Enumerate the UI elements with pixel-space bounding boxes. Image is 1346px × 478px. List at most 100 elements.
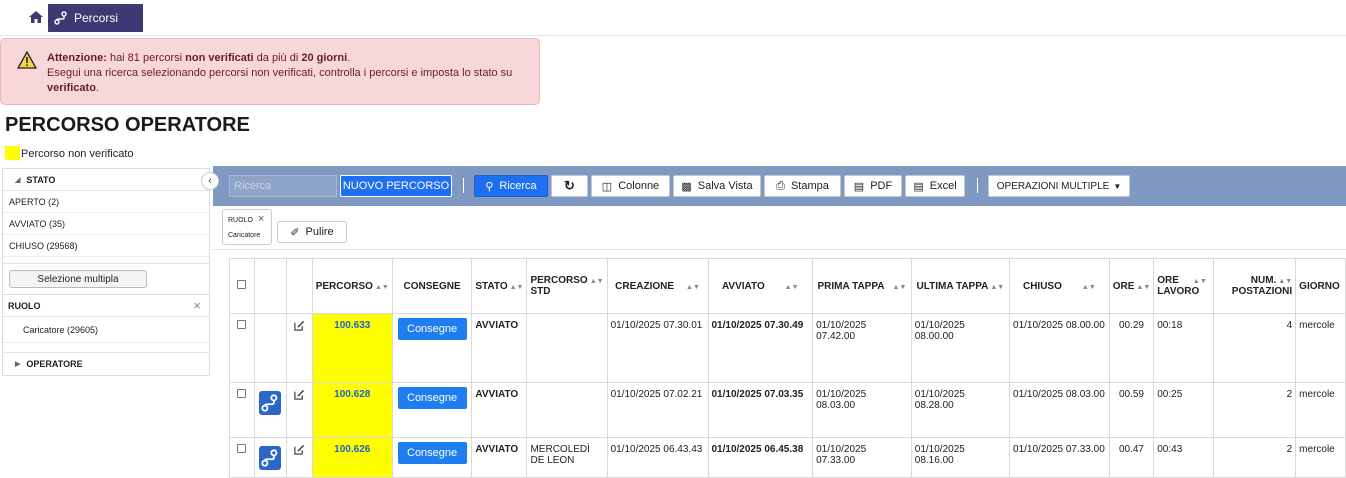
creazione-cell: 01/10/2025 06.43.43 [606,437,709,478]
empty-cell [253,313,287,383]
operazioni-multiple-dropdown[interactable]: OPERAZIONI MULTIPLE ▼ [988,175,1130,197]
filter-ruolo-header: RUOLO × [3,295,209,317]
checkbox[interactable] [237,389,247,398]
sort-icon: ▲▼ [1136,283,1151,291]
num-postazioni-cell: 2 [1212,382,1297,438]
ultima-tappa-cell: 01/10/2025 08.28.00 [910,382,1011,438]
salva-vista-button[interactable]: ▩ Salva Vista [673,175,761,197]
filter-operatore-header[interactable]: ▶ OPERATORE [3,353,209,375]
percorso-std-cell: MERCOLEDÌ DE LEON [526,437,608,478]
toolbar-divider [977,178,978,193]
num-postazioni-cell: 2 [1212,437,1297,478]
refresh-button[interactable]: ↻ [551,175,588,197]
header-ore-lavoro[interactable]: ORE ▲▼ LAVORO [1153,258,1214,314]
ore-lavoro-cell: 00:25 [1153,382,1214,438]
tab-percorsi[interactable]: Percorsi [48,4,143,32]
pdf-file-icon: ▤ [853,180,865,193]
sort-icon: ▲▼ [892,283,907,291]
table-row[interactable]: 100.626 Consegne AVVIATO MERCOLEDÌ DE LEO… [229,437,1346,478]
header-percorso-std[interactable]: PERCORSO ▲▼ STD [526,258,608,314]
consegne-button[interactable]: Consegne [397,387,467,409]
stampa-button[interactable]: ⎙ Stampa [764,175,841,197]
header-consegne: CONSEGNE [391,258,473,314]
route-map-button[interactable] [259,446,282,470]
consegne-button[interactable]: Consegne [397,442,467,464]
table-row[interactable]: 100.628 Consegne AVVIATO 01/10/2025 07.0… [229,382,1346,438]
legend: Percorso non verificato [5,144,134,160]
route-icon [261,449,278,467]
stato-cell: AVVIATO [471,382,528,438]
header-stato[interactable]: STATO ▲▼ [471,258,528,314]
collapse-sidebar-button[interactable]: ‹ [201,172,219,190]
pulire-button[interactable]: ✐ Pulire [277,221,347,243]
header-chiuso[interactable]: CHIUSO ▲▼ [1009,258,1110,314]
filter-item-chiuso[interactable]: CHIUSO (29568) [3,235,209,257]
header-avviato[interactable]: AVVIATO ▲▼ [707,258,814,314]
chip-key: RUOLO [228,217,253,224]
route-icon [261,394,278,412]
edit-icon[interactable] [294,444,305,455]
avviato-cell: 01/10/2025 06.45.38 [707,437,814,478]
top-bar: Percorsi [0,0,1346,36]
ricerca-button[interactable]: ⚲ Ricerca [474,175,548,197]
colonne-button[interactable]: ◫ Colonne [591,175,670,197]
checkbox[interactable] [237,320,247,329]
filter-item-avviato[interactable]: AVVIATO (35) [3,213,209,235]
prima-tappa-cell: 01/10/2025 07.33.00 [812,437,912,478]
checkbox[interactable] [237,444,247,453]
sort-icon: ▲▼ [1192,278,1207,285]
close-icon[interactable]: × [258,213,264,225]
search-input[interactable]: Ricerca [229,175,337,197]
consegne-button[interactable]: Consegne [397,318,467,340]
page-title: PERCORSO OPERATORE [5,114,250,136]
ultima-tappa-cell: 01/10/2025 08.16.00 [910,437,1011,478]
header-creazione[interactable]: CREAZIONE ▲▼ [606,258,709,314]
home-icon[interactable] [28,9,44,25]
header-select-all[interactable] [229,258,255,314]
creazione-cell: 01/10/2025 07.02.21 [606,382,709,438]
ore-cell: 00.29 [1108,313,1155,383]
sort-icon: ▲▼ [1278,278,1293,285]
pdf-button[interactable]: ▤ PDF [844,175,902,197]
percorso-id[interactable]: 100.633 [311,313,393,383]
close-icon[interactable]: × [193,298,201,313]
percorso-id[interactable]: 100.628 [311,382,393,438]
filter-stato-header[interactable]: ◢ STATO [3,169,209,191]
checkbox[interactable] [237,280,247,289]
filter-sidebar: ◢ STATO APERTO (2) AVVIATO (35) CHIUSO (2… [2,168,210,376]
ore-lavoro-cell: 00:18 [1153,313,1214,383]
sort-icon: ▲▼ [686,283,700,291]
header-num-postazioni[interactable]: NUM. ▲▼ POSTAZIONI [1212,258,1297,314]
prima-tappa-cell: 01/10/2025 07.42.00 [812,313,912,383]
selezione-multipla-button[interactable]: Selezione multipla [9,270,147,288]
header-prima-tappa[interactable]: PRIMA TAPPA ▲▼ [812,258,912,314]
sort-icon: ▲▼ [589,278,604,285]
avviato-cell: 01/10/2025 07.03.35 [707,382,814,438]
header-ore[interactable]: ORE ▲▼ [1108,258,1155,314]
giorno-cell: mercole [1295,382,1346,438]
header-percorso[interactable]: PERCORSO ▲▼ [311,258,393,314]
filter-item-caricatore[interactable]: Caricatore (29605) [3,317,209,343]
table-header-row: PERCORSO ▲▼ CONSEGNE STATO ▲▼ PERCORSO ▲▼ ST… [229,258,1346,314]
alert-line-1: Attenzione: hai 81 percorsi non verifica… [47,52,351,64]
table-row[interactable]: 100.633 Consegne AVVIATO 01/10/2025 07.3… [229,313,1346,383]
header-giorno[interactable]: GIORNO [1295,258,1346,314]
stato-cell: AVVIATO [471,313,528,383]
percorsi-table: PERCORSO ▲▼ CONSEGNE STATO ▲▼ PERCORSO ▲▼ ST… [229,258,1346,478]
excel-button[interactable]: ▤ Excel [905,175,965,197]
header-ultima-tappa[interactable]: ULTIMA TAPPA ▲▼ [910,258,1011,314]
sort-icon: ▲▼ [1081,283,1096,291]
excel-file-icon: ▤ [913,180,924,193]
percorso-std-cell [526,313,608,383]
stato-cell: AVVIATO [471,437,528,478]
giorno-cell: mercole [1295,437,1346,478]
chiuso-cell: 01/10/2025 07.33.00 [1009,437,1110,478]
nuovo-percorso-button[interactable]: NUOVO PERCORSO [340,175,452,197]
percorso-id[interactable]: 100.626 [311,437,393,478]
edit-icon[interactable] [294,320,305,331]
ore-lavoro-cell: 00:43 [1153,437,1214,478]
giorno-cell: mercole [1295,313,1346,383]
route-map-button[interactable] [259,391,282,415]
filter-item-aperto[interactable]: APERTO (2) [3,191,209,213]
edit-icon[interactable] [294,389,305,400]
